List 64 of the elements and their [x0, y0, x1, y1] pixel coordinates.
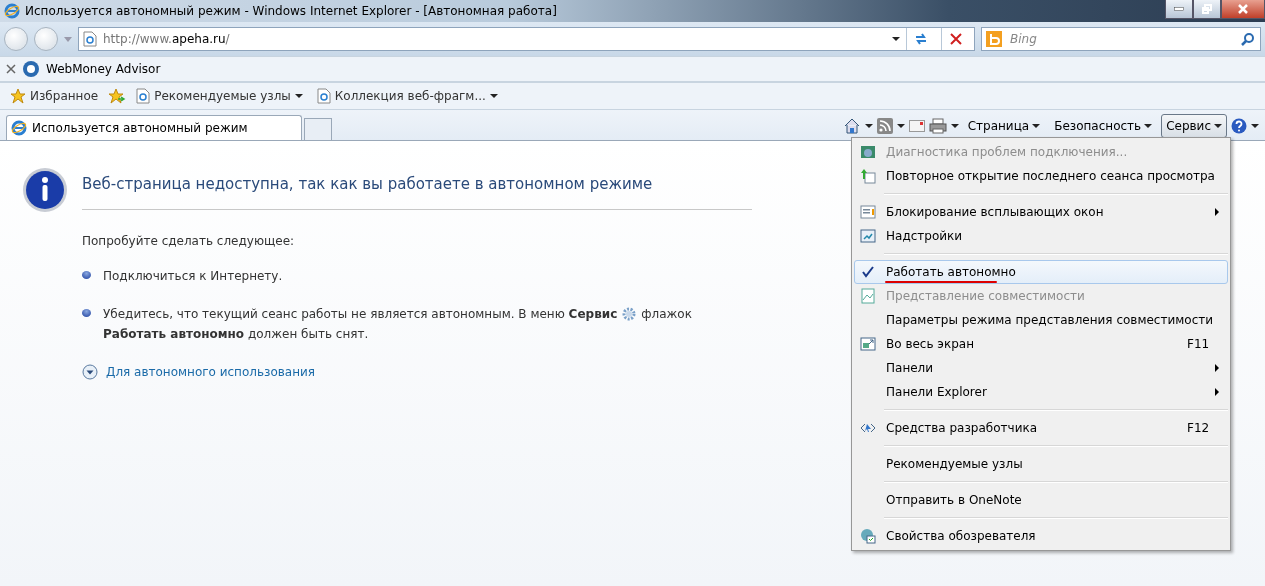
favorites-link[interactable]: Рекомендуемые узлы: [132, 88, 307, 104]
close-icon: [1238, 4, 1248, 14]
addon-label: WebMoney Advisor: [46, 62, 161, 76]
page-heading: Веб-страница недоступна, так как вы работаете в автономном режиме: [82, 167, 752, 210]
help-icon[interactable]: [1231, 118, 1247, 134]
minimize-icon: [1174, 7, 1184, 11]
menu-item[interactable]: Отправить в OneNote: [854, 488, 1228, 512]
menu-item[interactable]: Свойства обозревателя: [854, 524, 1228, 548]
menu-item[interactable]: Блокирование всплывающих окон: [854, 200, 1228, 224]
home-icon[interactable]: [842, 117, 861, 135]
fullscreen-icon: [860, 336, 876, 352]
browser-tab[interactable]: Используется автономный режим: [6, 115, 302, 140]
shortcut-text: F11: [1187, 337, 1211, 351]
refresh-icon: [914, 32, 928, 46]
menu-item[interactable]: Во весь экран F11: [854, 332, 1228, 356]
menu-item[interactable]: Надстройки: [854, 224, 1228, 248]
instruction-text: Убедитесь, что текущий сеанс работы не является автономным. В меню Сервис: [103, 306, 618, 323]
search-icon[interactable]: [1241, 32, 1255, 46]
menu-item[interactable]: Параметры режима представления совместимости: [854, 308, 1228, 332]
add-favorite-icon[interactable]: [108, 88, 127, 104]
instruction-text: Подключиться к Интернету.: [103, 268, 283, 285]
menu-item[interactable]: Повторное открытие последнего сеанса просмотра: [854, 164, 1228, 188]
window-title: Используется автономный режим - Windows Internet Explorer - [Автономная работа]: [25, 4, 558, 18]
menu-item[interactable]: Работать автономно: [854, 260, 1228, 284]
options-icon: [860, 528, 876, 544]
menu-item[interactable]: Рекомендуемые узлы: [854, 452, 1228, 476]
bing-logo-icon: [986, 31, 1002, 47]
intro-text: Попробуйте сделать следующее:: [82, 234, 296, 248]
instruction-text: Работать автономно должен быть снят.: [103, 326, 369, 343]
info-icon: [22, 167, 68, 213]
restore-icon: [1202, 4, 1212, 14]
menu-item[interactable]: Средства разработчика F12: [854, 416, 1228, 440]
page-icon: [83, 31, 97, 47]
address-field[interactable]: http://www.apeha.ru/: [78, 27, 975, 51]
menu-item[interactable]: Панели: [854, 356, 1228, 380]
caret-icon[interactable]: [892, 37, 900, 41]
expand-icon: [82, 364, 98, 380]
printer-icon[interactable]: [928, 118, 947, 134]
mail-icon[interactable]: [908, 120, 925, 132]
close-button[interactable]: [1221, 0, 1265, 19]
shortcut-text: F12: [1187, 421, 1211, 435]
ie-icon: [4, 3, 20, 19]
favorites-button[interactable]: Избранное: [6, 88, 103, 104]
search-field[interactable]: Bing: [981, 27, 1261, 51]
star-icon: [10, 88, 26, 104]
gear-icon: [621, 306, 638, 322]
favorites-link[interactable]: Коллекция веб-фрагм...: [312, 88, 502, 104]
menu-item[interactable]: Панели Explorer: [854, 380, 1228, 404]
ie-icon: [11, 120, 27, 136]
webmoney-logo-icon: [22, 60, 40, 78]
feed-icon[interactable]: [876, 118, 893, 134]
bullet-icon: [82, 271, 91, 279]
reopen-icon: [860, 168, 876, 184]
tools-menu-button[interactable]: Сервис: [1161, 114, 1227, 138]
instruction-text: флажок: [641, 306, 692, 323]
restore-button[interactable]: [1193, 0, 1221, 19]
expand-link[interactable]: Для автономного использования: [82, 364, 316, 380]
popup-icon: [860, 204, 876, 220]
page-icon: [136, 88, 151, 104]
bullet-icon: [82, 309, 91, 317]
close-icon[interactable]: [6, 64, 16, 74]
minimize-button[interactable]: [1165, 0, 1193, 19]
stop-icon: [950, 33, 962, 45]
page-icon: [316, 88, 331, 104]
